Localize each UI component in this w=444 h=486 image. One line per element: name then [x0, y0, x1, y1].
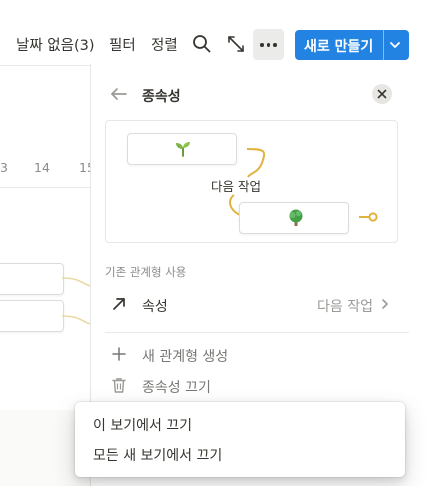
- arrow-up-right-icon: [113, 298, 125, 310]
- new-button[interactable]: 새로 만들기: [295, 30, 409, 60]
- close-button[interactable]: [372, 84, 392, 104]
- more-options-button[interactable]: [253, 29, 284, 60]
- trash-icon: [112, 378, 126, 393]
- no-date-button[interactable]: 날짜 없음(3): [16, 34, 95, 55]
- filter-button[interactable]: 필터: [109, 34, 136, 55]
- new-button-label: 새로 만들기: [304, 39, 374, 55]
- successor-card: [239, 202, 349, 234]
- timeline-card[interactable]: [0, 263, 64, 295]
- section-divider: [105, 332, 409, 333]
- turn-off-this-view-item[interactable]: 이 보기에서 끄기: [93, 415, 192, 435]
- day-number: 13: [0, 160, 8, 175]
- close-icon: [377, 89, 387, 99]
- seedling-icon: [176, 142, 190, 157]
- more-icon: [260, 43, 264, 47]
- turn-off-menu: 이 보기에서 끄기 모든 새 보기에서 끄기: [75, 402, 405, 477]
- dependency-connector: [61, 277, 91, 325]
- dependency-diagram: 다음 작업: [105, 120, 398, 243]
- create-relation-button[interactable]: 새 관계형 생성: [91, 342, 411, 368]
- turn-off-all-new-views-item[interactable]: 모든 새 보기에서 끄기: [93, 445, 222, 465]
- search-icon[interactable]: [191, 33, 213, 55]
- plus-icon: [112, 347, 126, 361]
- property-value: 다음 작업: [317, 299, 373, 315]
- database-toolbar: 날짜 없음(3) 필터 정렬 새로 만들기: [0, 0, 444, 64]
- new-button-divider: [383, 30, 384, 60]
- more-icon-dot: [266, 43, 271, 47]
- property-label: 속성: [142, 299, 168, 315]
- expand-icon[interactable]: [225, 33, 247, 55]
- property-row[interactable]: 속성 다음 작업: [91, 286, 411, 322]
- predecessor-card: [127, 133, 237, 165]
- timeline-card[interactable]: [0, 300, 64, 332]
- tree-icon: [289, 209, 303, 226]
- existing-relation-heading: 기존 관계형 사용: [105, 265, 187, 279]
- more-icon-dot: [273, 43, 277, 47]
- sort-button[interactable]: 정렬: [151, 34, 178, 55]
- timeline-divider: [0, 187, 90, 188]
- back-arrow-icon[interactable]: [109, 85, 129, 103]
- chevron-right-icon: [382, 299, 388, 309]
- day-number: 14: [34, 160, 50, 175]
- create-relation-label: 새 관계형 생성: [142, 349, 229, 365]
- diagram-label: 다음 작업: [211, 179, 261, 194]
- toolbar-divider: [0, 65, 90, 66]
- panel-title: 종속성: [142, 89, 181, 105]
- turn-off-dependencies-button[interactable]: 종속성 끄기: [91, 373, 411, 399]
- turn-off-dependencies-label: 종속성 끄기: [142, 380, 211, 396]
- chevron-down-icon[interactable]: [388, 38, 402, 52]
